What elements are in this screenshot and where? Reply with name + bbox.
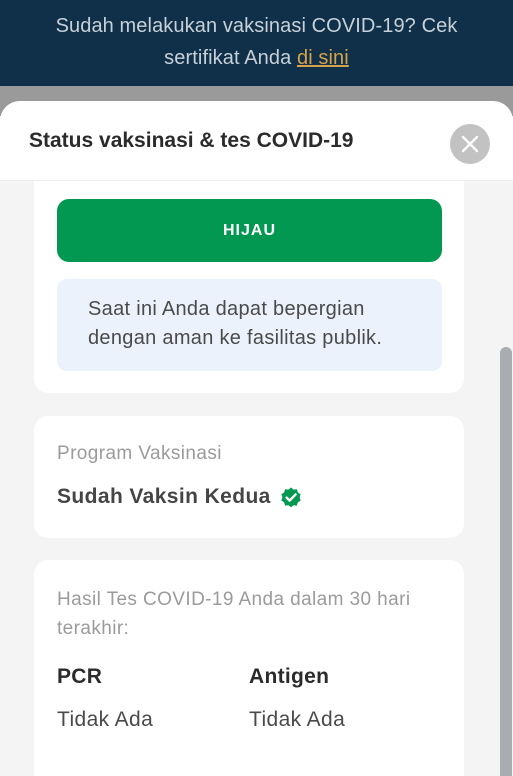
sheet-header: Status vaksinasi & tes COVID-19 [0, 101, 513, 181]
vaccination-label: Program Vaksinasi [57, 443, 222, 464]
close-button[interactable] [450, 124, 490, 164]
antigen-column: Antigen Tidak Ada [249, 665, 345, 732]
close-icon [461, 135, 479, 153]
test-results-label: Hasil Tes COVID-19 Anda dalam 30 hari te… [57, 589, 411, 639]
banner-line-2: sertifikat Anda di sini [0, 42, 513, 74]
scrollbar-thumb[interactable] [500, 347, 512, 776]
status-badge: HIJAU [57, 199, 442, 262]
pcr-value: Tidak Ada [57, 708, 154, 731]
vaccination-status: Sudah Vaksin Kedua [57, 485, 303, 509]
antigen-value: Tidak Ada [249, 708, 346, 731]
banner-text: sertifikat Anda [164, 47, 297, 69]
page-title: Status vaksinasi & tes COVID-19 [29, 129, 354, 152]
certificate-banner: Sudah melakukan vaksinasi COVID-19? Cek … [0, 0, 513, 86]
status-bottom-sheet: HIJAU Saat ini Anda dapat bepergian deng… [0, 101, 513, 776]
pcr-column: PCR Tidak Ada [57, 665, 153, 732]
vaccination-status-text: Sudah Vaksin Kedua [57, 485, 271, 508]
pcr-heading: PCR [57, 665, 103, 688]
status-message: Saat ini Anda dapat bepergian dengan ama… [57, 279, 442, 371]
covid-test-card: Hasil Tes COVID-19 Anda dalam 30 hari te… [34, 560, 464, 776]
status-card: HIJAU Saat ini Anda dapat bepergian deng… [34, 161, 464, 393]
vaccination-card: Program Vaksinasi Sudah Vaksin Kedua [34, 416, 464, 538]
antigen-heading: Antigen [249, 665, 330, 688]
certificate-link[interactable]: di sini [297, 47, 349, 69]
verified-badge-icon [279, 485, 303, 509]
banner-line-1: Sudah melakukan vaksinasi COVID-19? Cek [55, 15, 458, 37]
